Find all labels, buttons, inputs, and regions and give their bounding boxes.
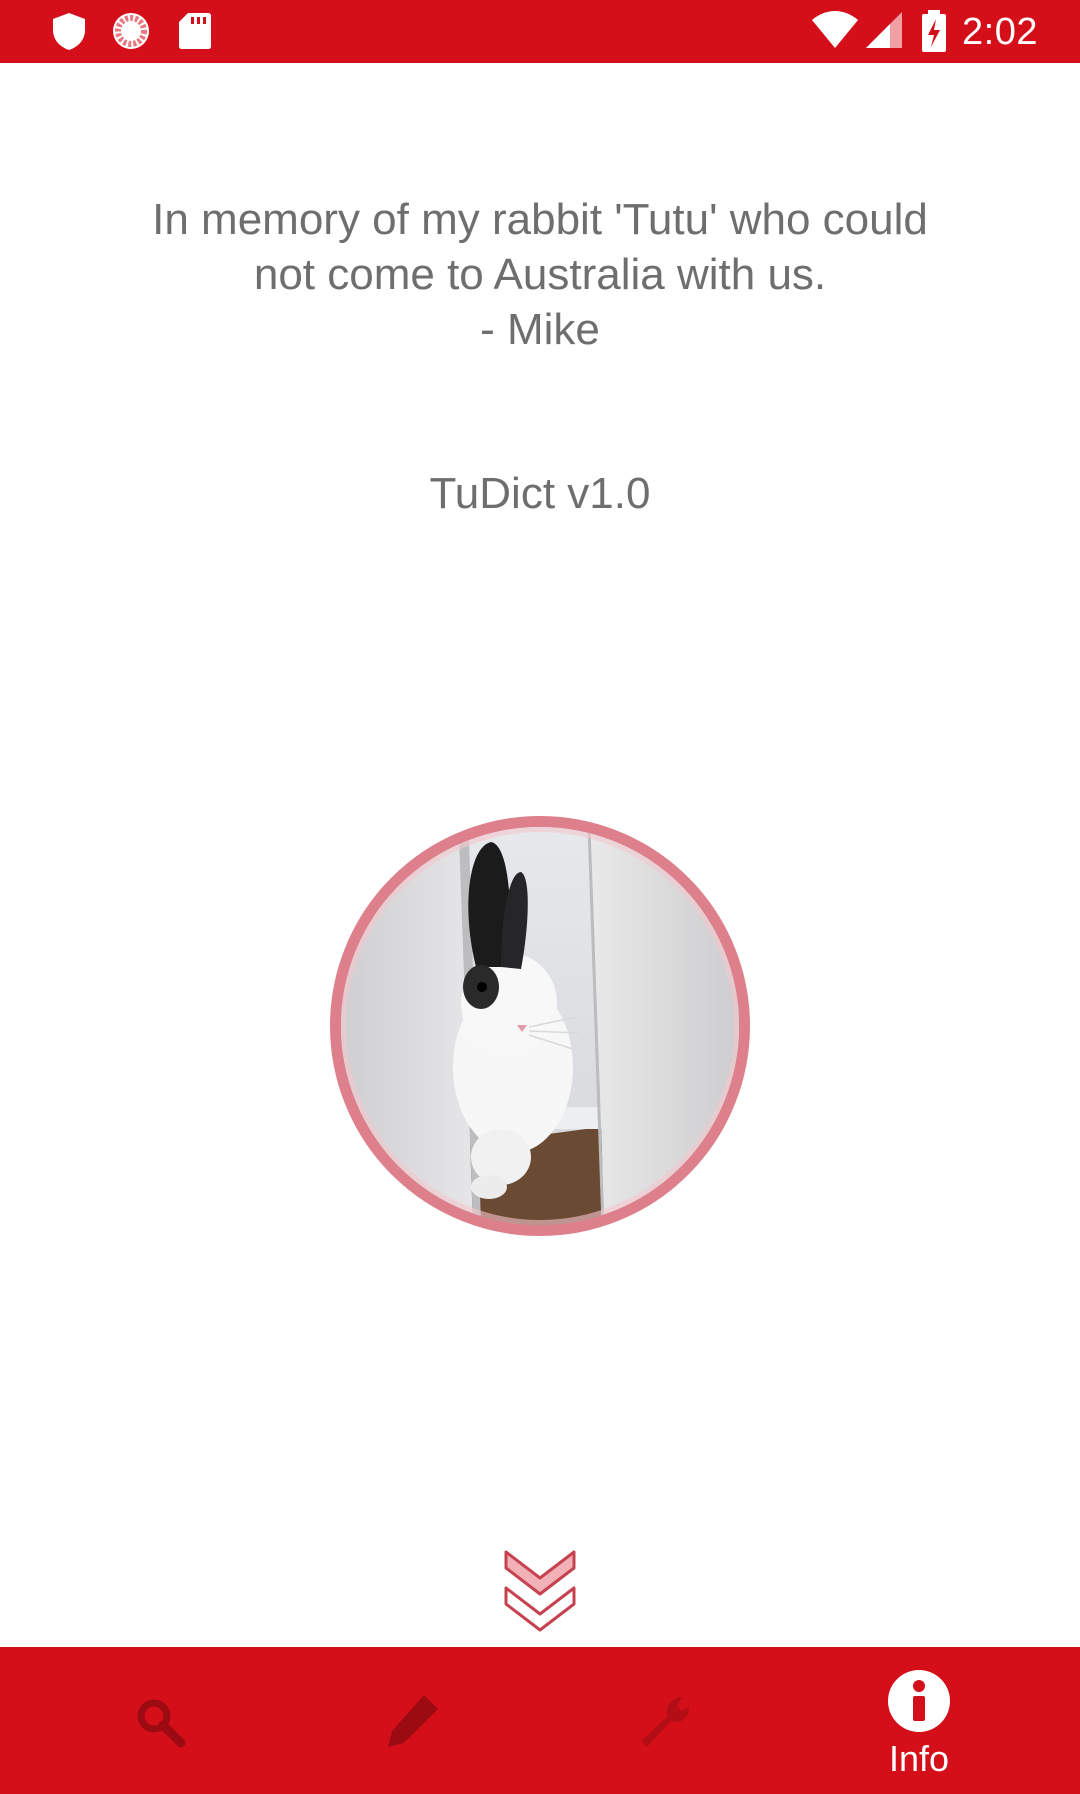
nav-info[interactable]: Info <box>784 1647 1054 1794</box>
app-version: TuDict v1.0 <box>429 469 651 518</box>
nav-edit[interactable] <box>278 1647 548 1794</box>
battery-charging-icon <box>920 10 948 52</box>
memorial-line: not come to Australia with us. <box>253 250 827 299</box>
memorial-signature: - Mike <box>480 305 600 354</box>
bottom-navigation: Info <box>0 1647 1080 1794</box>
nav-info-label: Info <box>888 1738 950 1779</box>
double-chevron-down-icon[interactable] <box>502 1548 578 1638</box>
status-bar: 2:02 <box>0 0 1080 63</box>
sync-icon <box>110 10 152 52</box>
status-time: 2:02 <box>962 11 1038 53</box>
info-icon <box>887 1669 951 1738</box>
memorial-line: In memory of my rabbit 'Tutu' who could <box>152 195 928 244</box>
rabbit-photo <box>330 816 750 1236</box>
nav-settings[interactable] <box>530 1647 800 1794</box>
wrench-icon <box>635 1691 695 1754</box>
wifi-icon <box>810 10 860 52</box>
about-screen: 2:02 In memory of my rabbit 'Tutu' who c… <box>0 0 1080 1794</box>
memorial-text: In memory of my rabbit 'Tutu' who could … <box>60 192 1020 357</box>
search-icon <box>133 1695 187 1754</box>
shield-icon <box>48 10 90 52</box>
signal-icon <box>864 10 906 52</box>
pencil-icon <box>384 1691 442 1754</box>
nav-search[interactable] <box>25 1647 295 1794</box>
sd-card-icon <box>174 10 216 52</box>
